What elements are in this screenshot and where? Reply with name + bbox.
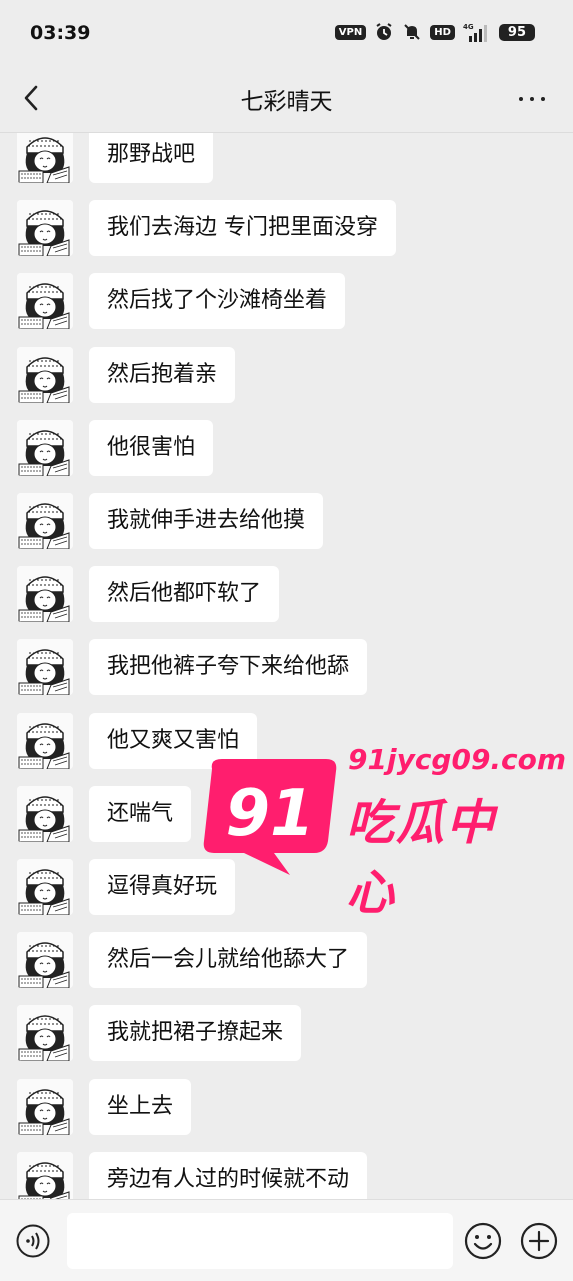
message-bubble[interactable]: 旁边有人过的时候就不动 [89, 1151, 368, 1199]
message-bubble[interactable]: 然后找了个沙滩椅坐着 [89, 273, 346, 330]
cartoon-girl-avatar-icon [17, 1005, 73, 1062]
message-row: 然后找了个沙滩椅坐着 [0, 273, 573, 331]
avatar[interactable] [17, 639, 73, 696]
message-row: 然后抱着亲 [0, 346, 573, 405]
cartoon-girl-avatar-icon [17, 712, 73, 769]
cartoon-girl-avatar-icon [17, 1078, 73, 1135]
cartoon-girl-avatar-icon [17, 859, 73, 915]
avatar[interactable] [17, 712, 73, 769]
message-bubble[interactable]: 然后一会儿就给他舔大了 [89, 932, 368, 989]
cartoon-girl-avatar-icon [17, 1151, 73, 1199]
message-row: 坐上去 [0, 1078, 573, 1137]
message-row: 我把他裤子夸下来给他舔 [0, 639, 573, 697]
cartoon-girl-avatar-icon [17, 566, 73, 623]
cartoon-girl-avatar-icon [17, 785, 73, 842]
avatar[interactable] [17, 419, 73, 476]
watermark-logo: 91 91jycg09.com 吃瓜中心 [200, 743, 566, 921]
avatar[interactable] [17, 785, 73, 842]
plus-button[interactable] [520, 1222, 558, 1260]
message-row: 他很害怕 [0, 419, 573, 478]
message-bubble[interactable]: 然后抱着亲 [89, 346, 236, 403]
avatar[interactable] [17, 1078, 73, 1135]
alarm-icon [376, 23, 392, 40]
chat-header: 七彩晴天 [0, 64, 573, 133]
voice-button[interactable] [16, 1224, 50, 1258]
chat-title: 七彩晴天 [240, 89, 333, 115]
cartoon-girl-avatar-icon [17, 639, 73, 696]
avatar[interactable] [17, 133, 73, 183]
avatar[interactable] [17, 346, 73, 403]
input-bar [0, 1199, 573, 1281]
avatar[interactable] [17, 200, 73, 257]
status-time: 03:39 [30, 22, 91, 44]
message-bubble[interactable]: 我把他裤子夸下来给他舔 [89, 639, 368, 696]
cartoon-girl-avatar-icon [17, 133, 73, 183]
watermark-speech-bubble: 91 [203, 759, 337, 875]
hd-icon: HD [430, 24, 455, 40]
plus-icon [520, 1222, 558, 1260]
mute-bell-icon [404, 24, 420, 40]
cartoon-girl-avatar-icon [17, 419, 73, 476]
message-bubble[interactable]: 坐上去 [89, 1078, 192, 1135]
more-horizontal-icon [519, 97, 523, 101]
watermark-url: 91jycg09.com [348, 743, 567, 776]
message-row: 我就伸手进去给他摸 [0, 493, 573, 551]
cartoon-girl-avatar-icon [17, 932, 73, 989]
more-button[interactable] [517, 82, 547, 114]
message-bubble[interactable]: 还喘气 [89, 785, 192, 842]
voice-icon [16, 1224, 50, 1258]
avatar[interactable] [17, 1151, 73, 1199]
message-bubble[interactable]: 我们去海边 专门把里面没穿 [89, 200, 396, 257]
status-icons: VPN HD 4G 95 [334, 22, 535, 42]
network-label: 4G [463, 23, 474, 31]
status-bar: 03:39 VPN HD 4G 95 [0, 0, 573, 64]
message-row: 旁边有人过的时候就不动 [0, 1151, 573, 1199]
message-bubble[interactable]: 他很害怕 [89, 419, 214, 476]
emoji-button[interactable] [464, 1222, 502, 1260]
message-row: 然后一会儿就给他舔大了 [0, 932, 573, 990]
avatar[interactable] [17, 493, 73, 549]
message-bubble[interactable]: 那野战吧 [89, 133, 214, 183]
avatar[interactable] [17, 859, 73, 915]
message-bubble[interactable]: 我就伸手进去给他摸 [89, 493, 324, 549]
watermark-name: 吃瓜中心 [346, 795, 497, 921]
signal-icon: 4G [463, 23, 487, 42]
cartoon-girl-avatar-icon [17, 346, 73, 403]
emoji-icon [464, 1222, 502, 1260]
vpn-icon: VPN [334, 24, 367, 40]
avatar[interactable] [17, 1005, 73, 1062]
avatar[interactable] [17, 566, 73, 623]
cartoon-girl-avatar-icon [17, 200, 73, 257]
message-list[interactable]: 那野战吧我们去海边 专门把里面没穿 然后找了个沙滩椅坐着 然后抱着亲他很害怕我就伸手… [0, 133, 573, 1199]
message-bubble[interactable]: 然后他都吓软了 [89, 566, 280, 623]
message-row: 那野战吧 [0, 133, 573, 185]
message-row: 然后他都吓软了 [0, 566, 573, 624]
message-input[interactable] [67, 1213, 453, 1269]
message-bubble[interactable]: 我就把裙子撩起来 [89, 1005, 302, 1062]
battery-indicator: 95 [498, 23, 535, 41]
cartoon-girl-avatar-icon [17, 493, 73, 549]
message-row: 我们去海边 专门把里面没穿 [0, 200, 573, 258]
watermark-number: 91 [225, 777, 314, 851]
message-row: 我就把裙子撩起来 [0, 1005, 573, 1063]
cartoon-girl-avatar-icon [17, 273, 73, 330]
avatar[interactable] [17, 273, 73, 330]
avatar[interactable] [17, 932, 73, 989]
